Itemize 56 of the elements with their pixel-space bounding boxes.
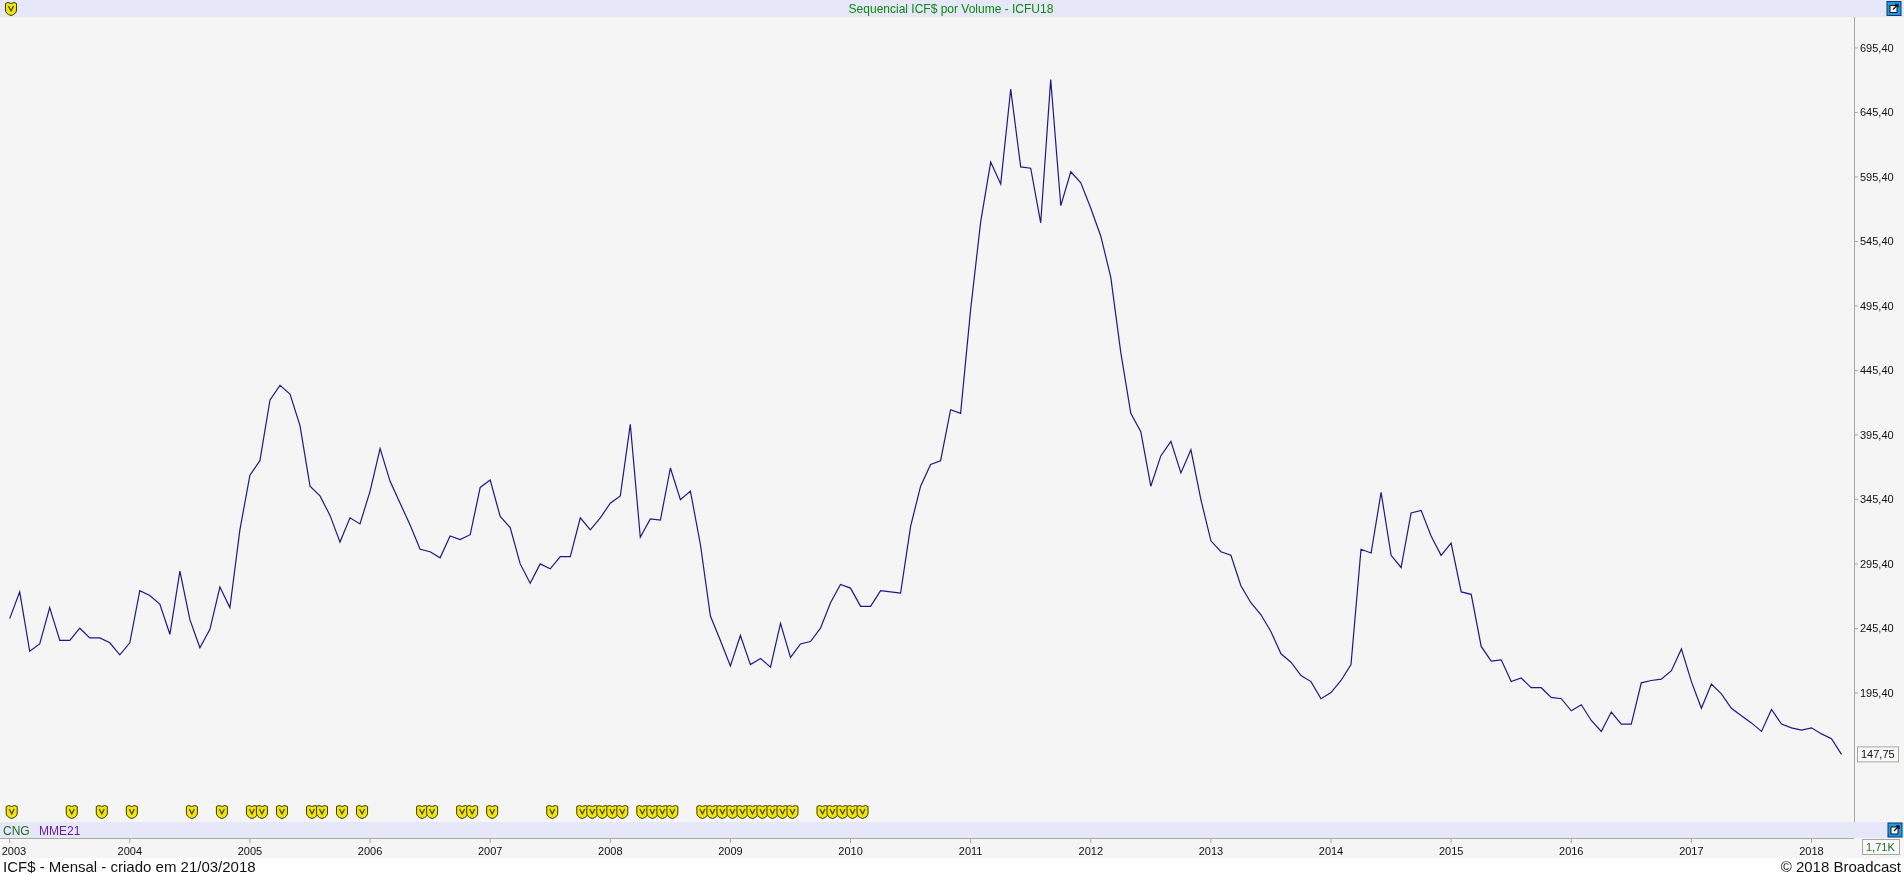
x-axis-label: 2007 [477, 845, 503, 857]
y-axis-label: 695,40 [1860, 41, 1894, 54]
x-axis-label: 2010 [838, 845, 863, 857]
x-axis-label: 2004 [117, 845, 143, 857]
shield-icon [786, 805, 799, 819]
shield-icon [616, 805, 629, 819]
y-axis-label: 295,40 [1860, 558, 1894, 570]
volume-label: 1,71K [1862, 839, 1900, 855]
shield-icon [316, 805, 328, 819]
shield-icon [5, 805, 18, 819]
shield-icon [5, 2, 17, 16]
shield-icon [255, 805, 268, 819]
x-axis-label: 2012 [1078, 845, 1103, 857]
shield-icon [856, 805, 869, 819]
shield-icon [666, 805, 679, 819]
y-axis-label: 395,40 [1860, 429, 1894, 441]
shield-icon [546, 805, 559, 819]
shield-icon [215, 805, 228, 819]
x-axis-label: 2018 [1799, 845, 1824, 857]
last-price-label: 147,75 [1857, 746, 1899, 763]
x-axis-label: 2017 [1679, 845, 1704, 857]
shield-icon [486, 805, 499, 819]
expand-icon[interactable] [1886, 1, 1902, 16]
y-axis-label: 545,40 [1860, 235, 1894, 248]
y-axis-label: 595,40 [1860, 170, 1894, 183]
shield-icon [275, 805, 288, 819]
y-axis-label: 645,40 [1860, 106, 1894, 119]
x-axis-label: 2003 [1, 845, 27, 857]
shield-icon [95, 805, 108, 819]
shield-icon [356, 805, 369, 819]
chart-title: Sequencial ICF$ por Volume - ICFU18 [847, 1, 1055, 16]
x-axis-label: 2016 [1559, 845, 1584, 857]
shield-icon [426, 805, 439, 819]
x-axis-label: 2014 [1318, 845, 1344, 857]
y-axis-label: 495,40 [1860, 299, 1894, 312]
y-axis-label: 245,40 [1860, 622, 1894, 635]
x-axis-label: 2015 [1438, 845, 1464, 857]
copyright-text: © 2018 Broadcast [1780, 858, 1901, 875]
x-axis-label: 2008 [598, 845, 623, 857]
x-axis-label: 2006 [357, 845, 383, 857]
shield-icon [336, 805, 349, 819]
shield-icon [65, 805, 78, 819]
indicator-label: MME21 [39, 823, 81, 838]
shield-icon [185, 805, 198, 819]
footer-caption: ICF$ - Mensal - criado em 21/03/2018 [3, 858, 256, 875]
x-axis-label: 2011 [958, 845, 983, 857]
indicator-label: CNG [3, 823, 30, 838]
shield-icon [125, 805, 138, 819]
x-axis-label: 2009 [718, 845, 743, 857]
shield-icon [466, 805, 479, 819]
expand-icon[interactable] [1887, 822, 1903, 838]
y-axis-label: 445,40 [1860, 364, 1894, 377]
x-axis-label: 2013 [1198, 845, 1224, 857]
y-axis-label: 195,40 [1860, 687, 1894, 699]
y-axis-label: 345,40 [1860, 493, 1894, 506]
x-axis-label: 2005 [237, 845, 263, 857]
